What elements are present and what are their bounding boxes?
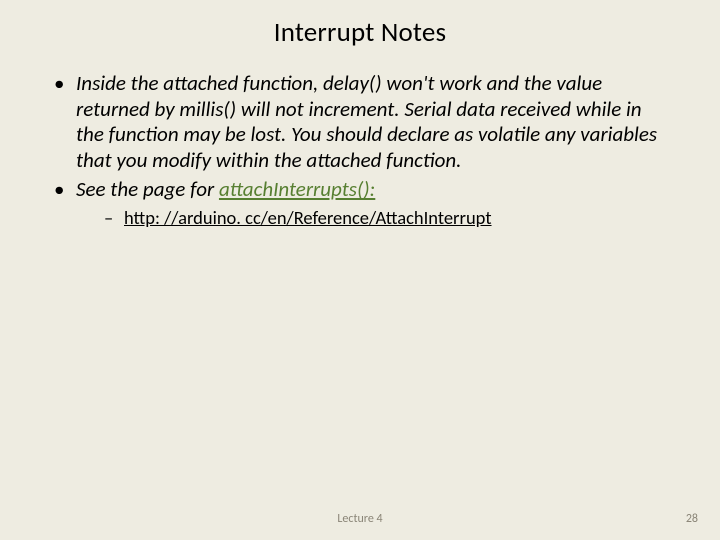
bullet-item-1: Inside the attached function, delay() wo… xyxy=(52,71,668,173)
sub-list: http: //arduino. cc/en/Reference/AttachI… xyxy=(76,207,668,230)
bullet-2-prefix: See the page for xyxy=(76,176,219,202)
bullet-list: Inside the attached function, delay() wo… xyxy=(52,71,668,230)
slide-title: Interrupt Notes xyxy=(0,0,720,49)
arduino-reference-link[interactable]: http: //arduino. cc/en/Reference/AttachI… xyxy=(124,206,492,229)
slide: Interrupt Notes Inside the attached func… xyxy=(0,0,720,540)
bullet-item-2: See the page for attachInterrupts(): htt… xyxy=(52,177,668,229)
footer-lecture-label: Lecture 4 xyxy=(0,512,720,526)
attach-interrupts-link[interactable]: attachInterrupts(): xyxy=(219,176,375,202)
sub-item-1: http: //arduino. cc/en/Reference/AttachI… xyxy=(104,207,668,230)
footer-page-number: 28 xyxy=(686,512,698,526)
content-area: Inside the attached function, delay() wo… xyxy=(0,49,720,230)
